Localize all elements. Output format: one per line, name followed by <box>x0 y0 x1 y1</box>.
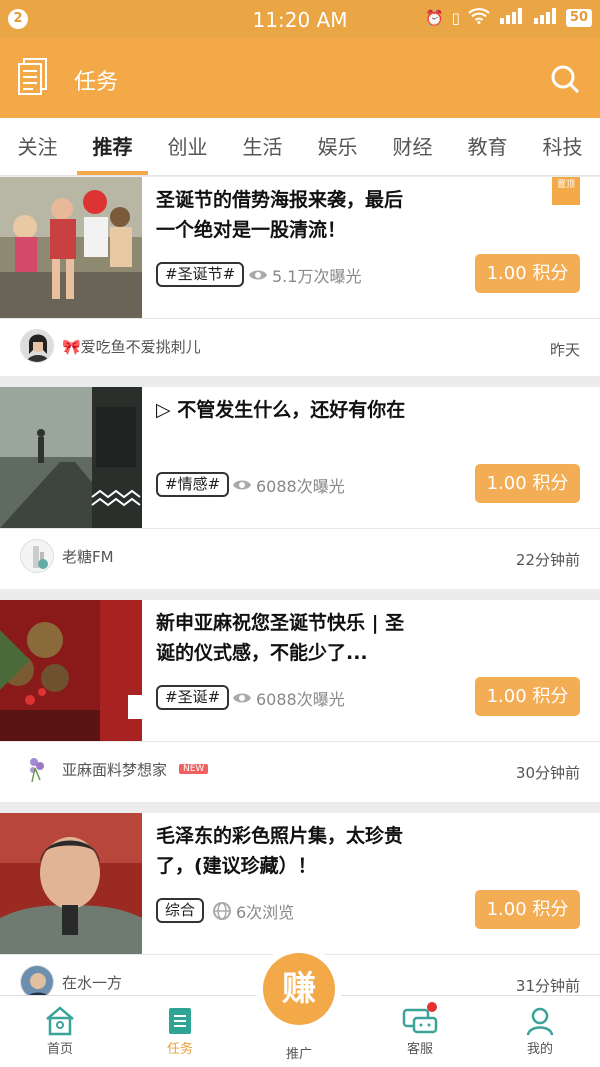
post-time: 31分钟前 <box>515 977 580 995</box>
status-bar: 2 11:20 AM ⏰ ▯ 50 <box>0 0 600 38</box>
avatar <box>20 329 54 363</box>
task-card[interactable]: ▷ 不管发生什么，还好有你在 #情感# 6088次曝光 1.00 积分 老糖FM… <box>0 387 600 589</box>
view-count-text: 6088次曝光 <box>256 477 345 496</box>
view-count: 6088次曝光 <box>232 686 345 710</box>
pinned-label: 置顶 <box>556 180 575 190</box>
task-card[interactable]: 新申亚麻祝您圣诞节快乐 | 圣诞的仪式感，不能少了... #圣诞# 6088次曝… <box>0 600 600 802</box>
divider <box>0 318 600 319</box>
status-icons: ⏰ ▯ 50 <box>425 8 592 28</box>
view-count-text: 6次浏览 <box>236 903 295 922</box>
view-count: 6次浏览 <box>212 899 294 923</box>
signal-icon <box>532 8 558 28</box>
nav-mine-label: 我的 <box>526 1042 553 1057</box>
topic-tag[interactable]: 综合 <box>156 898 205 923</box>
view-count: 6088次曝光 <box>232 473 345 497</box>
divider <box>0 741 600 742</box>
avatar <box>20 752 54 786</box>
points-button[interactable]: 1.00 积分 <box>475 464 580 503</box>
post-time: 22分钟前 <box>515 551 580 569</box>
nav-tasks[interactable]: 任务 <box>120 996 240 1067</box>
signal-icon <box>498 8 524 28</box>
task-card[interactable]: 圣诞节的借势海报来袭，最后一个绝对是一股清流！ 置顶 #圣诞节# 5.1万次曝光… <box>0 177 600 376</box>
divider <box>0 528 600 529</box>
nav-tasks-label: 任务 <box>166 1042 193 1057</box>
author[interactable]: 🎀爱吃鱼不爱挑刺儿 <box>20 329 201 363</box>
tab-yule[interactable]: 娱乐 <box>300 118 375 175</box>
nav-promote-label: 推广 <box>285 1047 312 1062</box>
eye-icon <box>233 480 251 490</box>
tab-caijing[interactable]: 财经 <box>375 118 450 175</box>
task-title[interactable]: 圣诞节的借势海报来袭，最后一个绝对是一股清流！ <box>156 185 414 245</box>
globe-icon <box>213 902 231 920</box>
view-count: 5.1万次曝光 <box>248 263 361 287</box>
post-time: 30分钟前 <box>515 764 580 782</box>
view-count-text: 5.1万次曝光 <box>272 267 362 286</box>
tab-guanzhu[interactable]: 关注 <box>0 118 75 175</box>
task-feed: 圣诞节的借势海报来袭，最后一个绝对是一股清流！ 置顶 #圣诞节# 5.1万次曝光… <box>0 177 600 1026</box>
author-name: 🎀爱吃鱼不爱挑刺儿 <box>62 337 201 356</box>
author[interactable]: 老糖FM <box>20 539 114 573</box>
points-button[interactable]: 1.00 积分 <box>475 677 580 716</box>
category-tabs: 关注 推荐 创业 生活 娱乐 财经 教育 科技 <box>0 118 600 176</box>
author-name: 老糖FM <box>62 547 114 566</box>
wifi-icon <box>468 8 490 28</box>
new-badge: NEW <box>179 764 209 774</box>
topic-tag[interactable]: #情感# <box>156 472 230 497</box>
page-title: 任务 <box>74 70 119 95</box>
battery-icon: 50 <box>565 9 592 27</box>
earn-button[interactable]: 赚 <box>256 946 342 1032</box>
tasks-icon <box>169 1008 191 1034</box>
points-button[interactable]: 1.00 积分 <box>475 254 580 293</box>
author[interactable]: 在水一方 <box>20 965 122 999</box>
alarm-icon: ⏰ <box>424 9 444 27</box>
avatar <box>20 965 54 999</box>
unread-dot <box>427 1002 437 1012</box>
author[interactable]: 亚麻面料梦想家 NEW <box>20 752 209 786</box>
thumbnail-image <box>0 387 142 528</box>
nav-service-label: 客服 <box>406 1042 433 1057</box>
earn-icon: 赚 <box>263 953 335 1025</box>
tab-shenghuo[interactable]: 生活 <box>225 118 300 175</box>
nav-home-label: 首页 <box>46 1042 73 1057</box>
tab-keji[interactable]: 科技 <box>525 118 600 175</box>
thumbnail-image <box>0 177 142 318</box>
search-icon[interactable] <box>550 64 580 94</box>
nav-mine[interactable]: 我的 <box>480 996 600 1067</box>
task-title[interactable]: ▷ 不管发生什么，还好有你在 <box>156 395 414 425</box>
vibrate-icon: ▯ <box>451 9 460 27</box>
thumbnail-image <box>0 813 142 954</box>
view-count-text: 6088次曝光 <box>256 690 345 709</box>
nav-home[interactable]: 首页 <box>0 996 120 1067</box>
topic-tag[interactable]: #圣诞# <box>156 685 230 710</box>
nav-service[interactable]: 客服 <box>360 996 480 1067</box>
points-button[interactable]: 1.00 积分 <box>475 890 580 929</box>
tab-tuijian[interactable]: 推荐 <box>75 118 150 175</box>
author-name: 亚麻面料梦想家 <box>62 760 168 779</box>
tab-chuangye[interactable]: 创业 <box>150 118 225 175</box>
topic-tag[interactable]: #圣诞节# <box>156 262 245 287</box>
eye-icon <box>233 693 251 703</box>
task-title[interactable]: 新申亚麻祝您圣诞节快乐 | 圣诞的仪式感，不能少了... <box>156 608 414 668</box>
post-time: 昨天 <box>549 341 580 359</box>
user-icon <box>526 1007 554 1036</box>
tab-jiaoyu[interactable]: 教育 <box>450 118 525 175</box>
task-title[interactable]: 毛泽东的彩色照片集，太珍贵了，(建议珍藏）！ <box>156 821 414 881</box>
eye-icon <box>249 270 267 280</box>
author-name: 在水一方 <box>62 973 123 992</box>
document-icon[interactable] <box>18 58 48 96</box>
avatar <box>20 539 54 573</box>
thumbnail-image <box>0 600 142 741</box>
app-bar: 任务 <box>0 38 600 118</box>
pinned-badge: 置顶 <box>552 177 580 205</box>
home-icon <box>46 1006 74 1036</box>
